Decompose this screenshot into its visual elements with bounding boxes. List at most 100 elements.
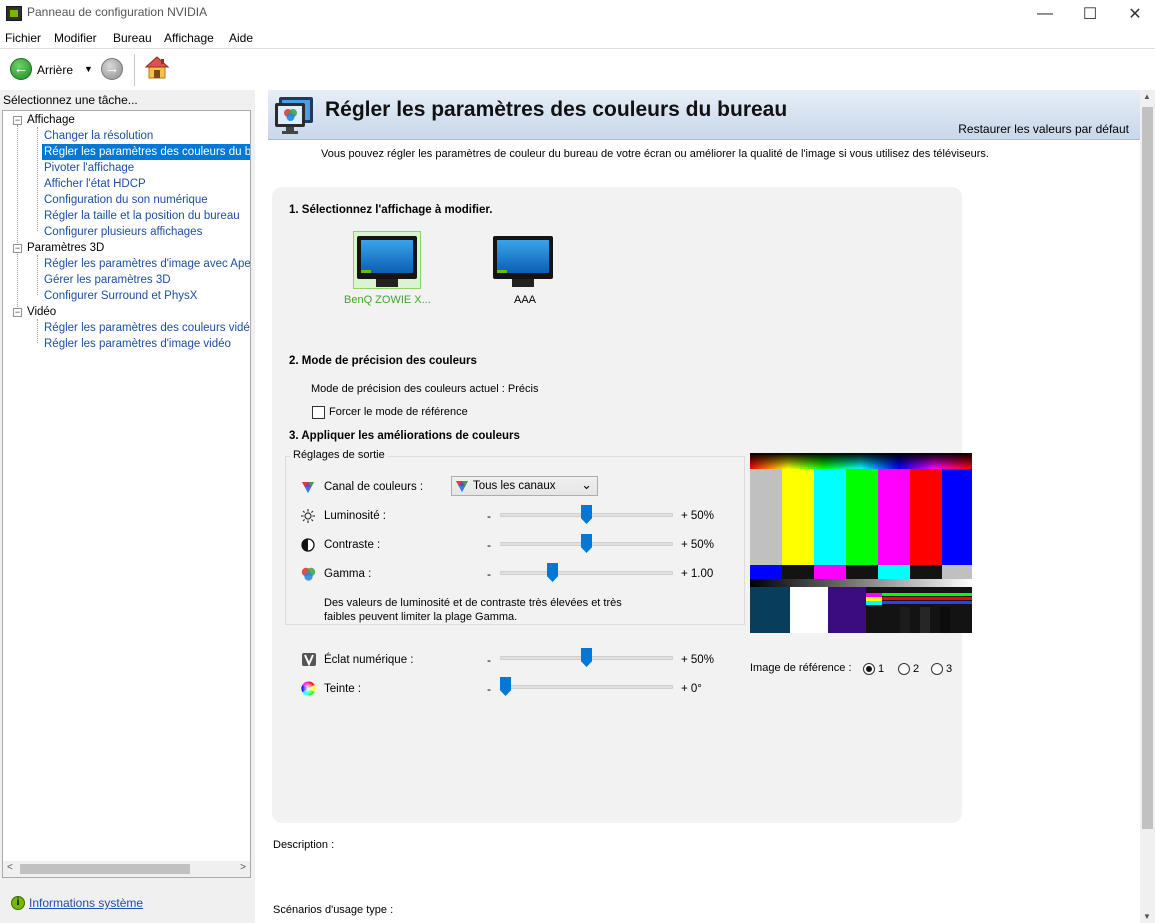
tree-connector <box>37 255 38 295</box>
system-info-icon: i <box>11 896 25 910</box>
tree-item-gerer-3d[interactable]: Gérer les paramètres 3D <box>44 272 171 288</box>
reference-radio-3[interactable] <box>931 663 943 675</box>
digital-vibrance-slider-thumb[interactable] <box>581 648 592 667</box>
tree-item-image-apercu[interactable]: Régler les paramètres d'image avec Aperç… <box>44 256 250 272</box>
tree-expander-video[interactable]: − <box>13 308 22 317</box>
tree-horizontal-scrollbar[interactable]: < > <box>2 861 251 878</box>
color-channel-icon <box>456 481 468 492</box>
gamma-slider-track <box>500 571 673 575</box>
tree-category-parametres-3d[interactable]: Paramètres 3D <box>27 240 104 256</box>
menu-bar: Fichier Modifier Bureau Affichage Aide <box>0 27 1155 48</box>
contrast-value: + 50% <box>681 539 714 551</box>
forward-arrow-icon[interactable]: → <box>101 58 123 80</box>
back-button-label[interactable]: Arrière <box>37 63 73 77</box>
tree-item-couleurs-bureau[interactable]: Régler les paramètres des couleurs du bu… <box>42 144 250 160</box>
tree-item-pivoter[interactable]: Pivoter l'affichage <box>44 160 134 176</box>
menu-affichage[interactable]: Affichage <box>164 31 214 45</box>
hue-label: Teinte : <box>324 683 362 695</box>
page-title: Régler les paramètres des couleurs du bu… <box>325 98 788 121</box>
scrollbar-thumb[interactable] <box>20 864 190 874</box>
scroll-right-icon[interactable]: > <box>240 862 246 873</box>
home-icon[interactable] <box>144 55 170 81</box>
tree-item-taille-position[interactable]: Régler la taille et la position du burea… <box>44 208 240 224</box>
settings-panel: 1. Sélectionnez l'affichage à modifier. … <box>272 187 972 823</box>
minimize-button[interactable]: — <box>1022 0 1068 27</box>
output-settings-title: Réglages de sortie <box>290 449 388 461</box>
gamma-slider-thumb[interactable] <box>547 563 558 582</box>
gamma-label: Gamma : <box>324 568 372 580</box>
back-history-dropdown-icon[interactable]: ▼ <box>84 64 93 74</box>
display-name-aaa[interactable]: AAA <box>514 294 536 306</box>
brightness-slider-thumb[interactable] <box>581 505 592 524</box>
menu-modifier[interactable]: Modifier <box>54 31 97 45</box>
brightness-slider[interactable] <box>500 505 673 527</box>
reference-radio-1[interactable] <box>863 663 875 675</box>
description-label: Description : <box>273 839 335 851</box>
close-icon: ✕ <box>1128 5 1142 23</box>
menu-aide[interactable]: Aide <box>229 31 253 45</box>
scroll-up-icon[interactable]: ▲ <box>1143 92 1151 101</box>
gamma-value: + 1.00 <box>681 568 714 580</box>
nvidia-app-icon <box>6 6 22 21</box>
tree-item-image-video[interactable]: Régler les paramètres d'image vidéo <box>44 336 231 352</box>
digital-vibrance-icon <box>302 653 316 667</box>
hue-value: + 0° <box>681 683 702 695</box>
reference-radio-1-label[interactable]: 1 <box>878 663 884 675</box>
tree-connector <box>17 125 18 315</box>
tree-expander-affichage[interactable]: − <box>13 116 22 125</box>
tree-item-changer-resolution[interactable]: Changer la résolution <box>44 128 153 144</box>
force-reference-checkbox[interactable] <box>312 406 325 419</box>
window-title: Panneau de configuration NVIDIA <box>27 5 208 19</box>
tree-item-couleurs-video[interactable]: Régler les paramètres des couleurs vidéo <box>44 320 250 336</box>
scroll-left-icon[interactable]: < <box>7 862 13 873</box>
hue-minus: - <box>487 682 491 696</box>
tree-expander-3d[interactable]: − <box>13 244 22 253</box>
task-panel-label: Sélectionnez une tâche... <box>3 93 138 107</box>
contrast-slider-thumb[interactable] <box>581 534 592 553</box>
hue-slider[interactable] <box>500 677 673 699</box>
system-info-link[interactable]: Informations système <box>29 896 143 910</box>
menu-bureau[interactable]: Bureau <box>113 31 152 45</box>
tree-item-son-numerique[interactable]: Configuration du son numérique <box>44 192 208 208</box>
tree-connector <box>37 127 38 231</box>
color-channel-value: Tous les canaux <box>473 480 556 492</box>
menu-fichier[interactable]: Fichier <box>5 31 41 45</box>
restore-defaults-link[interactable]: Restaurer les valeurs par défaut <box>958 122 1129 136</box>
gamma-icon <box>301 567 316 581</box>
tree-item-plusieurs-affichages[interactable]: Configurer plusieurs affichages <box>44 224 202 240</box>
back-arrow-icon[interactable]: ← <box>10 58 32 80</box>
display-name-benq[interactable]: BenQ ZOWIE X... <box>344 294 431 306</box>
gamma-note-line2: faibles peuvent limiter la plage Gamma. <box>324 611 518 623</box>
scroll-down-icon[interactable]: ▼ <box>1143 912 1151 921</box>
reference-radio-2[interactable] <box>898 663 910 675</box>
hue-slider-track <box>500 685 673 689</box>
gamma-slider[interactable] <box>500 563 673 585</box>
reference-radio-2-label[interactable]: 2 <box>913 663 919 675</box>
maximize-button[interactable]: ☐ <box>1067 0 1113 27</box>
hue-icon <box>301 681 316 696</box>
digital-vibrance-label: Éclat numérique : <box>324 654 414 666</box>
section3-heading: 3. Appliquer les améliorations de couleu… <box>289 430 520 442</box>
tree-item-hdcp[interactable]: Afficher l'état HDCP <box>44 176 146 192</box>
force-reference-label[interactable]: Forcer le mode de référence <box>329 406 468 418</box>
scrollbar-thumb[interactable] <box>1142 107 1153 829</box>
toolbar: ← Arrière ▼ → <box>0 48 1155 90</box>
tree-item-surround-physx[interactable]: Configurer Surround et PhysX <box>44 288 197 304</box>
tree-category-video[interactable]: Vidéo <box>27 304 56 320</box>
reference-radio-3-label[interactable]: 3 <box>946 663 952 675</box>
contrast-slider[interactable] <box>500 534 673 556</box>
chevron-down-icon: ⌄ <box>581 477 592 492</box>
digital-vibrance-value: + 50% <box>681 654 714 666</box>
contrast-label: Contraste : <box>324 539 381 551</box>
content-area: Régler les paramètres des couleurs du bu… <box>256 90 1140 923</box>
task-tree[interactable]: − Affichage Changer la résolution Régler… <box>2 110 251 873</box>
hue-slider-thumb[interactable] <box>500 677 511 696</box>
color-channel-select[interactable]: Tous les canaux ⌄ <box>451 476 598 496</box>
toolbar-separator <box>134 54 135 86</box>
content-vertical-scrollbar[interactable]: ▲ ▼ <box>1140 90 1155 923</box>
brightness-label: Luminosité : <box>324 510 387 522</box>
digital-vibrance-minus: - <box>487 653 491 667</box>
digital-vibrance-slider[interactable] <box>500 648 673 670</box>
tree-category-affichage[interactable]: Affichage <box>27 112 75 128</box>
close-button[interactable]: ✕ <box>1112 0 1155 27</box>
